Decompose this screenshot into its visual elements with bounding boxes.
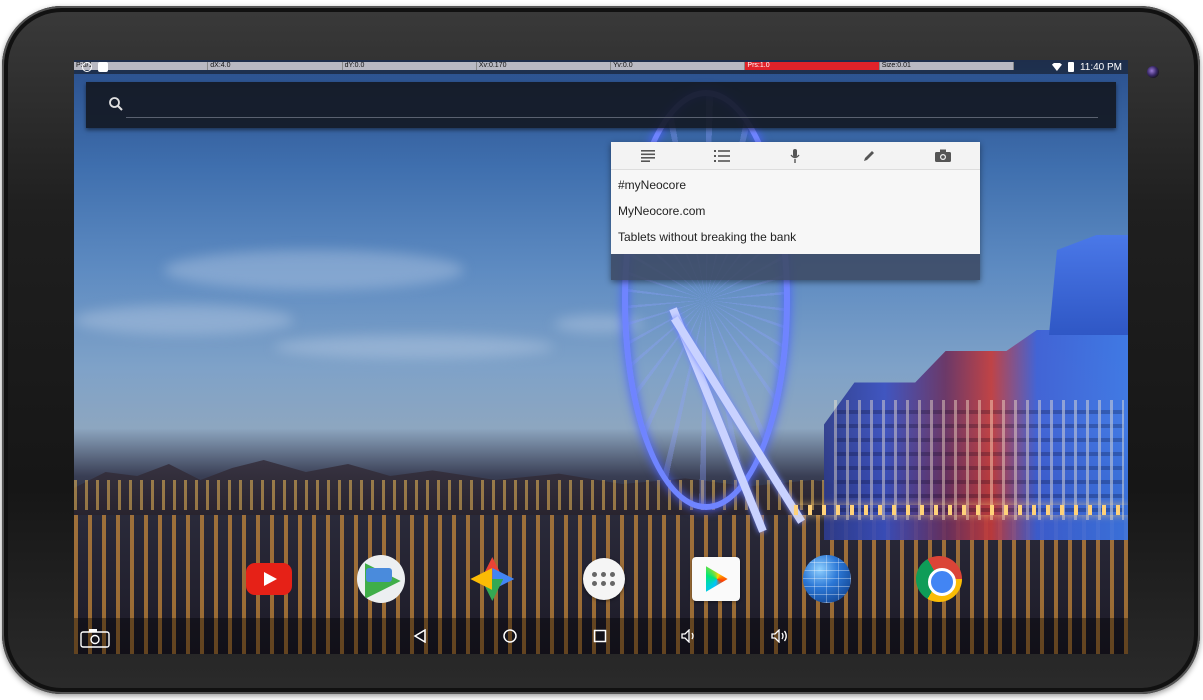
new-checklist-button[interactable] (685, 142, 759, 169)
app-drawer-button[interactable] (579, 554, 629, 604)
browser-icon (803, 555, 852, 603)
debug-dy: dY:0.0 (343, 62, 477, 70)
cloud (74, 305, 294, 335)
checklist-icon (713, 149, 730, 162)
wifi-icon (1051, 63, 1062, 71)
notification-icons (82, 60, 108, 74)
clipboard-icon (98, 62, 108, 72)
app-dock (244, 554, 964, 604)
widget-footer (611, 254, 980, 280)
microphone-icon (790, 148, 801, 163)
pointer-location-strip: P:0/1 dX:4.0 dY:0.0 Xv:0.170 Yv:0.0 Prs:… (74, 62, 1014, 70)
embankment-lights (794, 505, 1128, 515)
clock-icon (82, 62, 92, 72)
widget-toolbar (611, 142, 980, 170)
camera-icon (935, 149, 952, 162)
debug-pressure: Prs:1.0 (745, 62, 880, 70)
clock-time: 11:40 PM (1079, 61, 1122, 73)
volume-up-button[interactable] (770, 626, 790, 646)
volume-up-icon (771, 629, 787, 643)
chrome-icon (915, 556, 962, 602)
search-widget[interactable] (86, 82, 1116, 128)
back-icon (413, 629, 426, 643)
play-store-app[interactable] (691, 554, 741, 604)
photos-app[interactable] (467, 554, 517, 604)
notes-list: #myNeocore MyNeocore.com Tablets without… (611, 170, 980, 254)
volume-down-button[interactable] (680, 626, 700, 646)
keep-notes-widget: #myNeocore MyNeocore.com Tablets without… (611, 142, 980, 280)
photos-icon (470, 557, 515, 601)
building-windows (834, 400, 1124, 520)
home-button[interactable] (500, 626, 520, 646)
note-item[interactable]: #myNeocore (611, 172, 980, 198)
youtube-icon (246, 563, 292, 595)
volume-down-icon (681, 629, 694, 643)
cloud (164, 250, 464, 290)
search-icon[interactable] (108, 96, 124, 112)
recents-button[interactable] (590, 626, 610, 646)
battery-icon (1067, 62, 1074, 72)
pen-icon (864, 150, 875, 161)
note-item[interactable]: MyNeocore.com (611, 198, 980, 224)
status-bar: P:0/1 dX:4.0 dY:0.0 Xv:0.170 Yv:0.0 Prs:… (74, 60, 1128, 74)
chrome-app[interactable] (914, 554, 964, 604)
cloud (274, 335, 554, 359)
new-voice-note-button[interactable] (759, 142, 833, 169)
play-games-icon (356, 555, 405, 603)
front-camera (1147, 66, 1159, 78)
search-input[interactable] (126, 92, 1098, 118)
home-screen: P:0/1 dX:4.0 dY:0.0 Xv:0.170 Yv:0.0 Prs:… (74, 60, 1128, 654)
new-text-note-button[interactable] (611, 142, 685, 169)
navigation-bar (74, 618, 1128, 654)
debug-xv: Xv:0.170 (477, 62, 612, 70)
back-button[interactable] (410, 626, 430, 646)
debug-dx: dX:4.0 (208, 62, 343, 70)
recents-icon (593, 629, 607, 643)
app-drawer-icon (582, 558, 625, 600)
youtube-app[interactable] (244, 554, 294, 604)
browser-app[interactable] (802, 554, 852, 604)
debug-yv: Yv:0.0 (611, 62, 746, 70)
new-photo-note-button[interactable] (906, 142, 980, 169)
note-item[interactable]: Tablets without breaking the bank (611, 224, 980, 250)
screenshot-icon[interactable] (80, 628, 110, 648)
debug-size: Size:0.01 (880, 62, 1014, 70)
play-games-app[interactable] (356, 554, 406, 604)
tower-building (1049, 235, 1128, 335)
system-icons: 11:40 PM (1051, 60, 1122, 74)
text-note-icon (640, 149, 655, 162)
home-icon (503, 629, 517, 643)
new-drawing-button[interactable] (832, 142, 906, 169)
play-store-icon (691, 557, 740, 601)
